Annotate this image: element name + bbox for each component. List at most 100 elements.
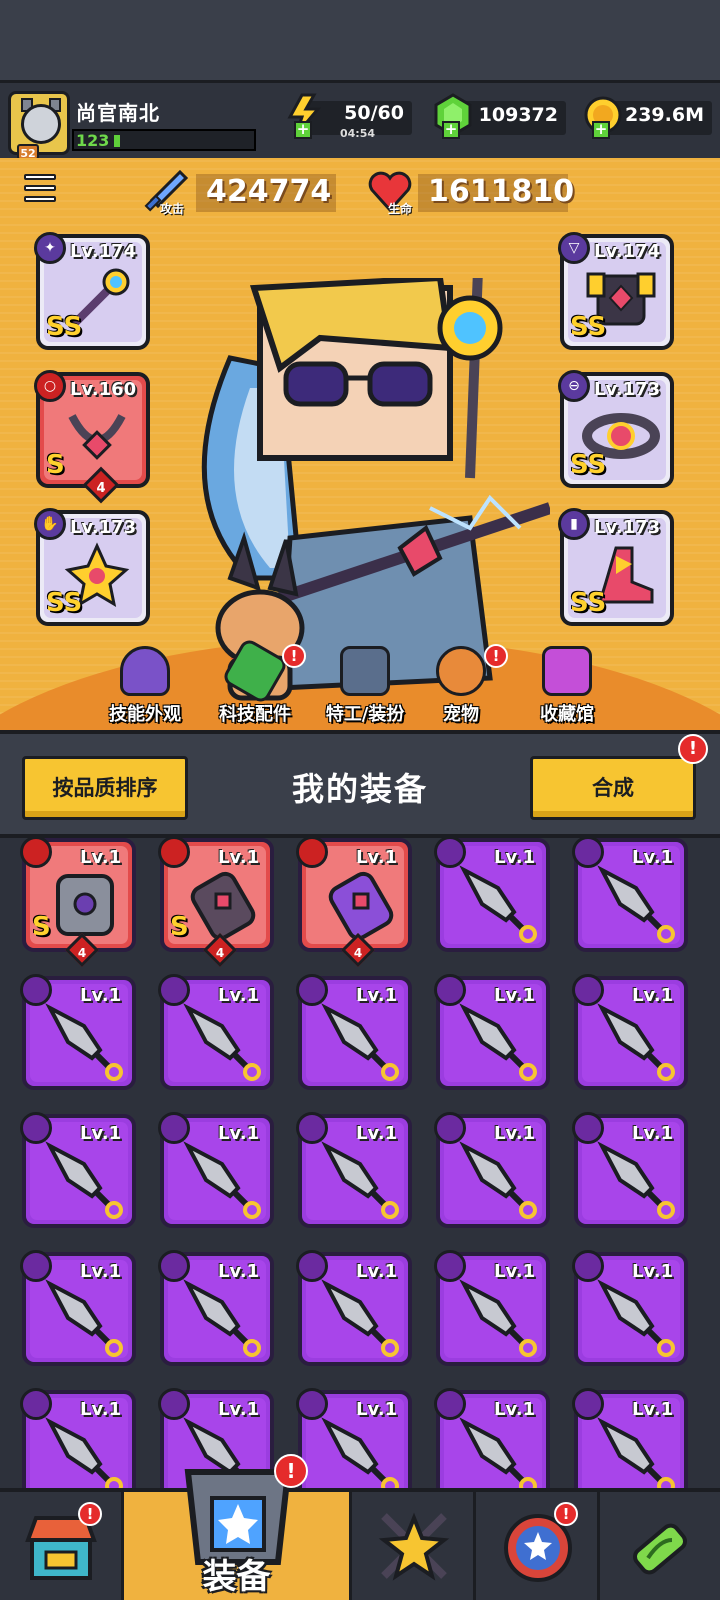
inventory-item[interactable]: Lv.1 4 <box>296 838 412 967</box>
item-type-icon <box>434 1112 466 1144</box>
kunai-icon <box>183 1279 261 1357</box>
energy-value: 50/60 <box>344 102 404 124</box>
kunai-icon <box>459 1279 537 1357</box>
attack-stat: 424774 <box>196 174 336 212</box>
merge-button[interactable]: 合成 <box>530 756 696 820</box>
xp-fill <box>114 135 120 147</box>
item-level: Lv.1 <box>494 1261 536 1282</box>
inventory-item[interactable]: Lv.1 S 4 <box>158 838 274 967</box>
sort-by-quality-button[interactable]: 按品质排序 <box>22 756 188 820</box>
item-type-icon <box>296 1388 328 1420</box>
dna-capsule-icon <box>632 1523 688 1575</box>
feature-pet[interactable]: ! 宠物 <box>406 644 516 730</box>
item-level: Lv.1 <box>80 985 122 1006</box>
coin-counter[interactable]: + 239.6M <box>584 96 712 139</box>
nav-tab-equipment[interactable]: ! 装备 <box>124 1454 352 1600</box>
inventory-item[interactable]: Lv.1 <box>434 838 550 952</box>
health-label: 生命 <box>388 202 413 216</box>
item-type-icon <box>20 1112 52 1144</box>
battle-star-icon <box>378 1512 450 1581</box>
inventory-item[interactable]: Lv.1 <box>158 1112 274 1228</box>
inventory-item[interactable]: Lv.1 <box>20 974 136 1090</box>
inventory-item[interactable]: Lv.1 <box>434 974 550 1090</box>
item-type-icon <box>20 1388 52 1420</box>
equipped-weapon-slot[interactable]: ✦ Lv.174 SS <box>34 232 150 350</box>
gem-counter[interactable]: + 109372 <box>434 93 566 139</box>
inventory-item[interactable]: Lv.1 <box>296 1112 412 1228</box>
inventory-item[interactable]: Lv.1 <box>572 1388 688 1488</box>
nav-tab-shop[interactable]: ! <box>0 1492 124 1600</box>
game-screen: 52 尚官南北 123 + 50/60 04:54 + 109372 + 239… <box>0 0 720 1600</box>
item-level: Lv.1 <box>494 985 536 1006</box>
pet-dog-icon <box>436 646 486 696</box>
weapon-type-icon: ✦ <box>34 232 66 264</box>
item-type-icon <box>434 1250 466 1282</box>
inventory-item[interactable]: Lv.1 <box>296 1388 412 1488</box>
slot-level: Lv.173 <box>594 379 661 400</box>
feature-label: 收藏馆 <box>540 704 594 725</box>
nav-tab-lab[interactable] <box>600 1492 720 1600</box>
merge-alert-icon: ! <box>678 734 708 764</box>
item-level: Lv.1 <box>218 1123 260 1144</box>
inventory-item[interactable]: Lv.1 <box>572 1250 688 1366</box>
inventory-grid: Lv.1 S 4 Lv.1 S 4 Lv.1 4 Lv.1 Lv.1 Lv.1 Lv.1 Lv.1 Lv.… <box>0 838 720 1488</box>
menu-list-icon[interactable] <box>24 174 56 204</box>
equipped-belt-slot[interactable]: ⊖ Lv.173 SS <box>558 370 674 488</box>
inventory-item[interactable]: Lv.1 <box>572 974 688 1090</box>
slot-rank: S <box>46 450 65 480</box>
equipped-boots-slot[interactable]: ▮ Lv.173 SS <box>558 508 674 626</box>
kunai-icon <box>45 1279 123 1357</box>
attack-label: 攻击 <box>160 202 185 216</box>
inventory-item[interactable]: Lv.1 S 4 <box>20 838 136 967</box>
item-level: Lv.1 <box>494 1399 536 1420</box>
kunai-icon <box>45 1003 123 1081</box>
feature-collection[interactable]: 收藏馆 <box>512 646 622 730</box>
status-bar <box>0 0 720 80</box>
energy-add-icon[interactable]: + <box>294 121 312 139</box>
item-level: Lv.1 <box>632 985 674 1006</box>
xp-level: 123 <box>76 131 110 150</box>
equipped-armor-slot[interactable]: ▽ Lv.174 SS <box>558 232 674 350</box>
inventory-item[interactable]: Lv.1 <box>572 838 688 952</box>
health-value: 1611810 <box>428 174 575 209</box>
equipped-gloves-slot[interactable]: ✋ Lv.173 SS <box>34 508 150 626</box>
item-type-icon <box>296 1250 328 1282</box>
inventory-item[interactable]: Lv.1 <box>296 974 412 1090</box>
item-level: Lv.1 <box>632 1261 674 1282</box>
glove-icon <box>190 871 256 941</box>
inventory-item[interactable]: Lv.1 <box>296 1250 412 1366</box>
item-level: Lv.1 <box>356 1123 398 1144</box>
feature-skill-skin[interactable]: 技能外观 <box>90 646 200 730</box>
xp-bar: 123 <box>72 129 256 151</box>
inventory-item[interactable]: Lv.1 <box>434 1250 550 1366</box>
inventory-item[interactable]: Lv.1 <box>158 974 274 1090</box>
item-level: Lv.1 <box>80 1399 122 1420</box>
kunai-icon <box>45 1141 123 1219</box>
star-count: 4 <box>77 946 87 960</box>
nav-tab-battle[interactable] <box>352 1492 476 1600</box>
coin-add-icon[interactable]: + <box>592 121 610 139</box>
inventory-item[interactable]: Lv.1 <box>20 1250 136 1366</box>
kunai-icon <box>321 1141 399 1219</box>
inventory-item[interactable]: Lv.1 <box>158 1250 274 1366</box>
item-level: Lv.1 <box>356 847 398 868</box>
alert-badge-icon: ! <box>282 644 306 668</box>
item-level: Lv.1 <box>632 1123 674 1144</box>
inventory-item[interactable]: Lv.1 <box>434 1388 550 1488</box>
nav-tab-events[interactable]: ! <box>476 1492 600 1600</box>
inventory-item[interactable]: Lv.1 <box>20 1112 136 1228</box>
feature-tech-part[interactable]: ! 科技配件 <box>200 636 310 730</box>
star-count: 4 <box>215 946 225 960</box>
gem-add-icon[interactable]: + <box>442 121 460 139</box>
inventory-item[interactable]: Lv.1 <box>572 1112 688 1228</box>
chain-necklace-icon <box>68 414 126 460</box>
player-avatar[interactable]: 52 <box>8 91 70 160</box>
energy-counter[interactable]: + 50/60 04:54 <box>287 93 412 140</box>
slot-rank: SS <box>46 312 83 342</box>
inventory-item[interactable]: Lv.1 <box>20 1388 136 1488</box>
equipped-necklace-slot[interactable]: ○ Lv.160 S 4 <box>34 370 150 504</box>
nav-tab-label: 装备 <box>202 1557 271 1597</box>
equipment-title: 我的装备 <box>291 770 428 808</box>
feature-bar: 技能外观 ! 科技配件 特工/装扮 ! 宠物 收藏馆 <box>60 636 660 730</box>
inventory-item[interactable]: Lv.1 <box>434 1112 550 1228</box>
